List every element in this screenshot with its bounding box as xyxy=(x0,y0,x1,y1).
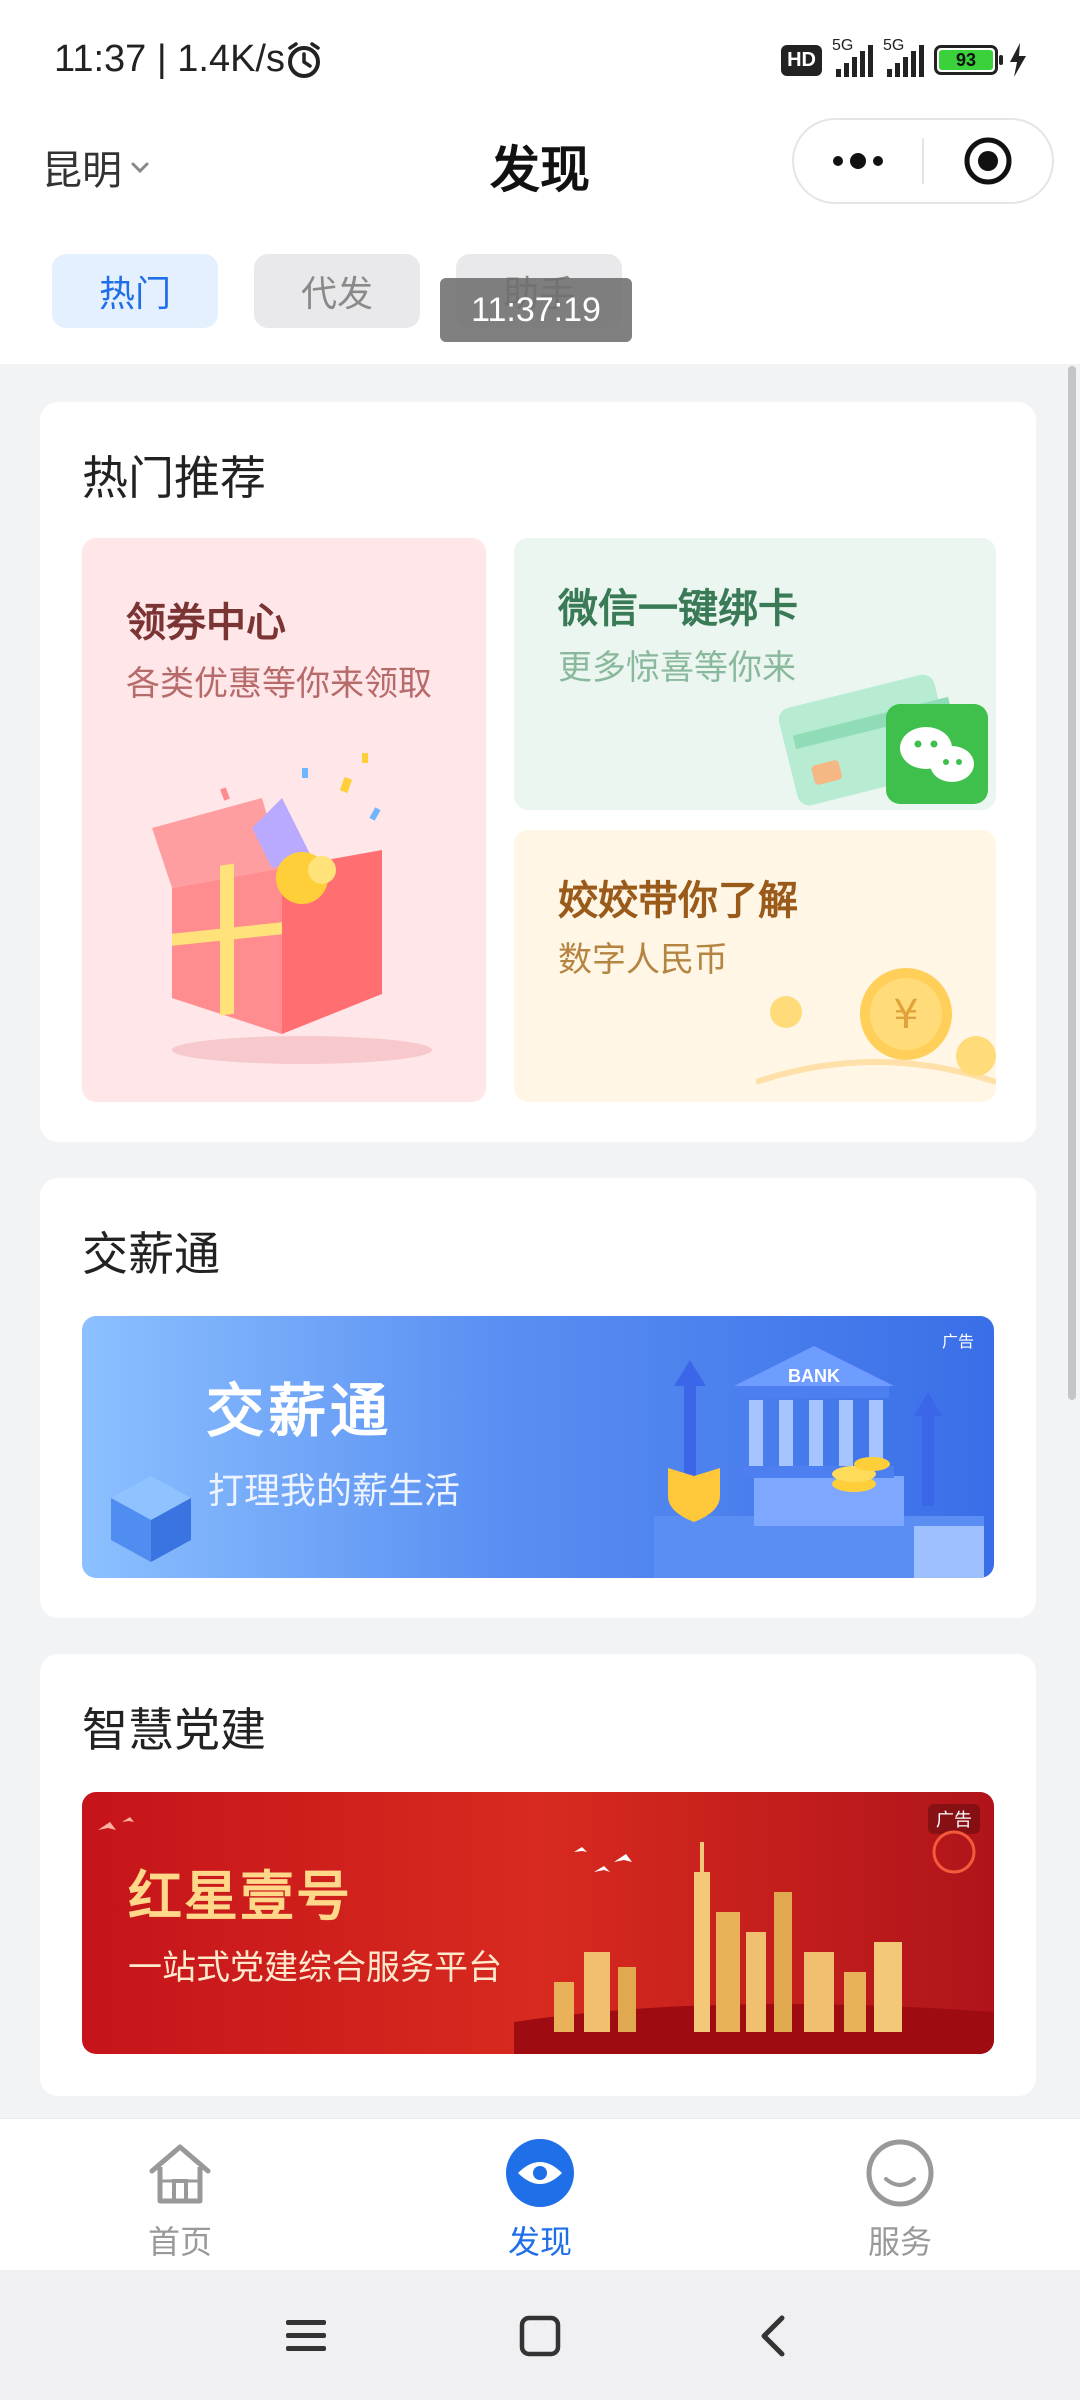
section-title: 交薪通 xyxy=(82,1227,220,1281)
back-arrow-icon xyxy=(761,2315,785,2357)
bank-building-icon: BANK xyxy=(654,1346,984,1578)
eye-icon xyxy=(506,2139,574,2207)
battery-icon: 93 xyxy=(934,45,1003,75)
tile-subtitle: 数字人民币 xyxy=(558,940,728,980)
tab-hot[interactable]: 热门 xyxy=(52,254,218,328)
recent-apps-button[interactable] xyxy=(276,2306,336,2366)
hot-recommend-card: 热门推荐 领券中心 各类优惠等你来领取 微信一键绑卡 更多惊喜等你来 姣姣带你了… xyxy=(40,402,1036,1142)
smile-icon xyxy=(866,2139,934,2207)
tab-payroll[interactable]: 代发 xyxy=(254,254,420,328)
more-dots-icon xyxy=(833,153,883,169)
target-close-icon xyxy=(964,137,1012,185)
nav-discover[interactable]: 发现 xyxy=(460,2137,620,2263)
party-building-card: 智慧党建 红星壹号 一站式党建综合服务平台 广告 xyxy=(40,1654,1036,2096)
signal-icon: 5G xyxy=(832,37,873,77)
close-button[interactable] xyxy=(924,120,1052,202)
digital-rmb-tile[interactable]: 姣姣带你了解 数字人民币 ¥ xyxy=(514,830,996,1102)
banner-title: 红星壹号 xyxy=(128,1865,352,1928)
bank-label: BANK xyxy=(788,1366,840,1386)
section-title: 智慧党建 xyxy=(82,1703,266,1757)
tile-subtitle: 各类优惠等你来领取 xyxy=(126,664,432,704)
salary-banner[interactable]: 交薪通 打理我的薪生活 广告 BANK xyxy=(82,1316,994,1578)
menu-icon xyxy=(286,2320,326,2351)
coin-icon: ¥ xyxy=(756,968,996,1085)
status-bar: 11:37 | 1.4K/s HD 5G 5G 93 xyxy=(0,0,1080,118)
home-button[interactable] xyxy=(510,2306,570,2366)
bottom-navigation: 首页 发现 服务 xyxy=(0,2118,1080,2270)
salary-card: 交薪通 交薪通 打理我的薪生活 广告 BANK xyxy=(40,1178,1036,1618)
cube-logo-icon xyxy=(111,1476,191,1562)
category-tabs: 热门 代发 助手 11:37:19 xyxy=(0,228,1080,364)
charging-icon xyxy=(1010,43,1026,77)
tile-title: 领券中心 xyxy=(126,600,286,646)
banner-subtitle: 打理我的薪生活 xyxy=(208,1471,461,1512)
tile-title: 姣姣带你了解 xyxy=(558,878,798,924)
signal-icon: 5G xyxy=(883,37,924,77)
home-icon xyxy=(149,2144,211,2204)
system-navigation-bar xyxy=(0,2270,1080,2400)
tile-subtitle: 更多惊喜等你来 xyxy=(558,648,796,688)
miniprogram-capsule xyxy=(792,118,1054,204)
bird-icon xyxy=(98,1817,134,1830)
time-toast: 11:37:19 xyxy=(440,278,632,342)
party-banner[interactable]: 红星壹号 一站式党建综合服务平台 广告 xyxy=(82,1792,994,2054)
nav-label: 服务 xyxy=(867,2223,932,2261)
wechat-card-icon xyxy=(778,674,988,806)
nav-service[interactable]: 服务 xyxy=(820,2137,980,2263)
gift-box-icon xyxy=(152,753,432,1064)
banner-title: 交薪通 xyxy=(206,1377,393,1445)
svg-text:¥: ¥ xyxy=(893,992,918,1038)
city-skyline-icon xyxy=(514,1830,994,2054)
coupon-center-tile[interactable]: 领券中心 各类优惠等你来领取 xyxy=(82,538,486,1102)
nav-label: 发现 xyxy=(507,2223,572,2261)
status-time: 11:37 | 1.4K/s xyxy=(54,38,285,80)
title-bar: 昆明 发现 xyxy=(0,118,1080,228)
more-button[interactable] xyxy=(794,120,922,202)
square-icon xyxy=(519,2315,561,2357)
alarm-icon xyxy=(288,42,320,78)
wechat-bind-card-tile[interactable]: 微信一键绑卡 更多惊喜等你来 xyxy=(514,538,996,810)
section-title: 热门推荐 xyxy=(82,451,266,505)
tile-title: 微信一键绑卡 xyxy=(558,586,798,632)
nav-label: 首页 xyxy=(147,2223,212,2261)
nav-home[interactable]: 首页 xyxy=(100,2137,260,2263)
scrollbar[interactable] xyxy=(1068,366,1076,1400)
hd-badge: HD xyxy=(781,44,822,76)
back-button[interactable] xyxy=(744,2306,804,2366)
status-indicators: HD 5G 5G 93 xyxy=(781,37,1028,80)
banner-subtitle: 一站式党建综合服务平台 xyxy=(128,1948,502,1988)
